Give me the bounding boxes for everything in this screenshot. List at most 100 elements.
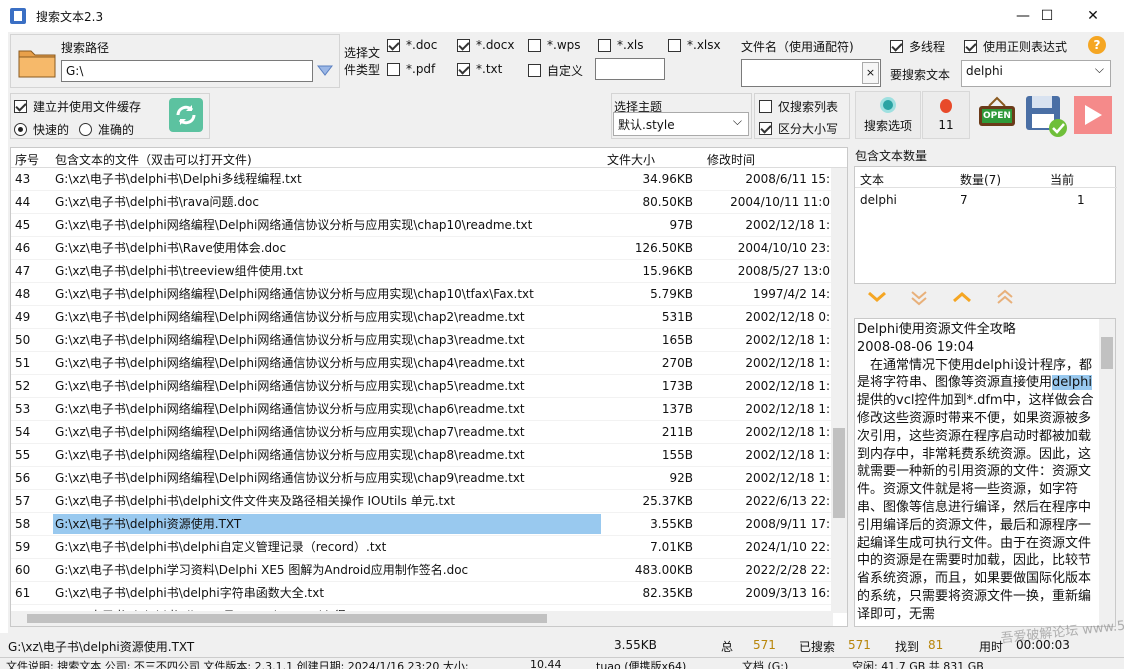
search-options-button[interactable]: 搜索选项: [855, 91, 921, 139]
table-row[interactable]: 47 G:\xz\电子书\delphi书\treeview组件使用.txt 15.9…: [11, 260, 833, 283]
radio-circle[interactable]: [14, 123, 27, 136]
checkbox-pdf[interactable]: *.pdf: [387, 62, 435, 76]
table-row[interactable]: 49 G:\xz\电子书\delphi网络编程\Delphi网络通信协议分析与应用…: [11, 306, 833, 329]
row-path: G:\xz\电子书\delphi网络编程\Delphi网络通信协议分析与应用实现…: [55, 402, 525, 416]
clear-filename-button[interactable]: ×: [862, 62, 879, 84]
checkbox-box[interactable]: [14, 100, 27, 113]
case-label: 区分大小写: [778, 122, 839, 136]
count-header-count[interactable]: 数量(7): [960, 171, 1001, 188]
checkbox-case[interactable]: 区分大小写: [759, 120, 838, 137]
table-hscroll[interactable]: [11, 611, 833, 626]
checkbox-box[interactable]: [387, 62, 400, 76]
search-text-combo[interactable]: delphi: [961, 60, 1111, 87]
close-button[interactable]: ✕: [1070, 0, 1116, 32]
checkbox-box[interactable]: [528, 38, 541, 52]
taskbar-item-4: 空闲: 41.7 GB 共 831 GB: [852, 660, 984, 669]
header-file[interactable]: 包含文本的文件（双击可以打开文件): [55, 151, 252, 168]
filename-input[interactable]: [741, 59, 881, 87]
checkbox-box[interactable]: [598, 38, 611, 52]
row-index: 60: [15, 563, 31, 577]
table-row[interactable]: 44 G:\xz\电子书\delphi书\rava问题.doc 80.50KB 200…: [11, 191, 833, 214]
table-row[interactable]: 60 G:\xz\电子书\delphi学习资料\Delphi XE5 图解为And…: [11, 559, 833, 582]
table-row[interactable]: 52 G:\xz\电子书\delphi网络编程\Delphi网络通信协议分析与应用…: [11, 375, 833, 398]
checkbox-box[interactable]: [668, 38, 681, 52]
prev-match-icon[interactable]: [951, 289, 973, 305]
table-row[interactable]: 50 G:\xz\电子书\delphi网络编程\Delphi网络通信协议分析与应用…: [11, 329, 833, 352]
table-row[interactable]: 43 G:\xz\电子书\delphi书\Delphi多线程编程.txt 34.96…: [11, 168, 833, 191]
radio-circle[interactable]: [79, 123, 92, 136]
preview-scroll-thumb[interactable]: [1101, 337, 1113, 369]
checkbox-box[interactable]: [890, 40, 903, 53]
custom-type-input[interactable]: [595, 58, 665, 80]
theme-select[interactable]: 默认.style: [613, 112, 749, 136]
count-row[interactable]: delphi 7 1: [855, 189, 1095, 211]
chevron-down-icon[interactable]: [316, 65, 334, 77]
checkbox-box[interactable]: [759, 122, 772, 135]
flags-panel: 仅搜索列表 区分大小写: [754, 93, 850, 139]
checkbox-only-list[interactable]: 仅搜索列表: [759, 98, 838, 115]
row-size: 34.96KB: [642, 172, 693, 186]
app-icon: [10, 8, 26, 24]
table-row[interactable]: 46 G:\xz\电子书\delphi书\Rave使用体会.doc 126.50KB…: [11, 237, 833, 260]
checkbox-regex[interactable]: 使用正则表达式: [964, 38, 1067, 55]
header-mtime[interactable]: 修改时间: [707, 151, 755, 168]
count-header-text[interactable]: 文本: [860, 171, 884, 188]
checkbox-box[interactable]: [528, 64, 541, 77]
table-row[interactable]: 58 G:\xz\电子书\delphi资源使用.TXT 3.55KB 2008/9/1…: [11, 513, 833, 536]
table-header: 序号 包含文本的文件（双击可以打开文件) 文件大小 修改时间: [11, 148, 847, 168]
table-row[interactable]: 61 G:\xz\电子书\delphi书\delphi字符串函数大全.txt 82.…: [11, 582, 833, 605]
checkbox-docx[interactable]: *.docx: [457, 38, 514, 52]
checkbox-cache[interactable]: 建立并使用文件缓存: [14, 98, 141, 115]
next-match-icon[interactable]: [866, 289, 888, 305]
row-mtime: 2002/12/18 1:: [745, 379, 830, 393]
preview-text[interactable]: Delphi使用资源文件全攻略 2008-08-06 19:04 在通常情况下使…: [857, 321, 1097, 624]
table-vscroll[interactable]: [831, 168, 847, 613]
header-size[interactable]: 文件大小: [607, 151, 655, 168]
help-icon[interactable]: ?: [1088, 36, 1106, 54]
refresh-cache-icon[interactable]: [169, 98, 203, 132]
save-icon[interactable]: [1024, 94, 1068, 138]
checkbox-box[interactable]: [387, 38, 400, 52]
status-found: 81: [928, 638, 944, 652]
row-mtime: 2002/12/18 1:: [745, 425, 830, 439]
table-row[interactable]: 57 G:\xz\电子书\delphi书\delphi文件文件夹及路径相关操作 I…: [11, 490, 833, 513]
checkbox-xls[interactable]: *.xls: [598, 38, 644, 52]
first-match-icon[interactable]: [994, 288, 1016, 306]
table-row[interactable]: 45 G:\xz\电子书\delphi网络编程\Delphi网络通信协议分析与应用…: [11, 214, 833, 237]
table-row[interactable]: 51 G:\xz\电子书\delphi网络编程\Delphi网络通信协议分析与应用…: [11, 352, 833, 375]
checkbox-wps[interactable]: *.wps: [528, 38, 581, 52]
table-row[interactable]: 53 G:\xz\电子书\delphi网络编程\Delphi网络通信协议分析与应用…: [11, 398, 833, 421]
checkbox-doc[interactable]: *.doc: [387, 38, 437, 52]
checkbox-custom[interactable]: 自定义: [528, 62, 583, 79]
checkbox-box[interactable]: [964, 40, 977, 53]
preview-vscroll[interactable]: [1099, 319, 1115, 626]
pin-count-button[interactable]: 11: [922, 91, 970, 139]
play-button[interactable]: [1074, 96, 1112, 134]
vscroll-thumb[interactable]: [833, 428, 845, 518]
checkbox-box[interactable]: [457, 62, 470, 76]
row-path: G:\xz\电子书\delphi网络编程\Delphi网络通信协议分析与应用实现…: [55, 310, 525, 324]
folder-icon[interactable]: [17, 43, 57, 79]
checkbox-box[interactable]: [759, 100, 772, 113]
radio-fast[interactable]: 快速的: [14, 121, 69, 138]
table-row[interactable]: 56 G:\xz\电子书\delphi网络编程\Delphi网络通信协议分析与应用…: [11, 467, 833, 490]
hscroll-thumb[interactable]: [27, 614, 547, 623]
checkbox-xlsx[interactable]: *.xlsx: [668, 38, 721, 52]
count-header-current[interactable]: 当前: [1050, 171, 1074, 188]
table-row[interactable]: 59 G:\xz\电子书\delphi书\delphi自定义管理记录（record…: [11, 536, 833, 559]
header-index[interactable]: 序号: [15, 151, 39, 168]
table-row[interactable]: 54 G:\xz\电子书\delphi网络编程\Delphi网络通信协议分析与应用…: [11, 421, 833, 444]
table-row[interactable]: 55 G:\xz\电子书\delphi网络编程\Delphi网络通信协议分析与应用…: [11, 444, 833, 467]
search-path-input[interactable]: G:\: [61, 60, 313, 82]
row-index: 48: [15, 287, 31, 301]
checkbox-multithread[interactable]: 多线程: [890, 38, 945, 55]
checkbox-txt[interactable]: *.txt: [457, 62, 502, 76]
checkbox-box[interactable]: [457, 38, 470, 52]
maximize-button[interactable]: ☐: [1024, 0, 1070, 32]
theme-panel: 选择主题 默认.style: [611, 93, 752, 139]
last-match-icon[interactable]: [908, 289, 930, 307]
preview-p2: 提供的vcl控件加到*.dfm中，这样做会合修改这些资源时带来不便，如果资源被多…: [857, 393, 1094, 622]
open-sign-icon[interactable]: OPEN: [977, 96, 1017, 132]
radio-accurate[interactable]: 准确的: [79, 121, 134, 138]
table-row[interactable]: 48 G:\xz\电子书\delphi网络编程\Delphi网络通信协议分析与应用…: [11, 283, 833, 306]
